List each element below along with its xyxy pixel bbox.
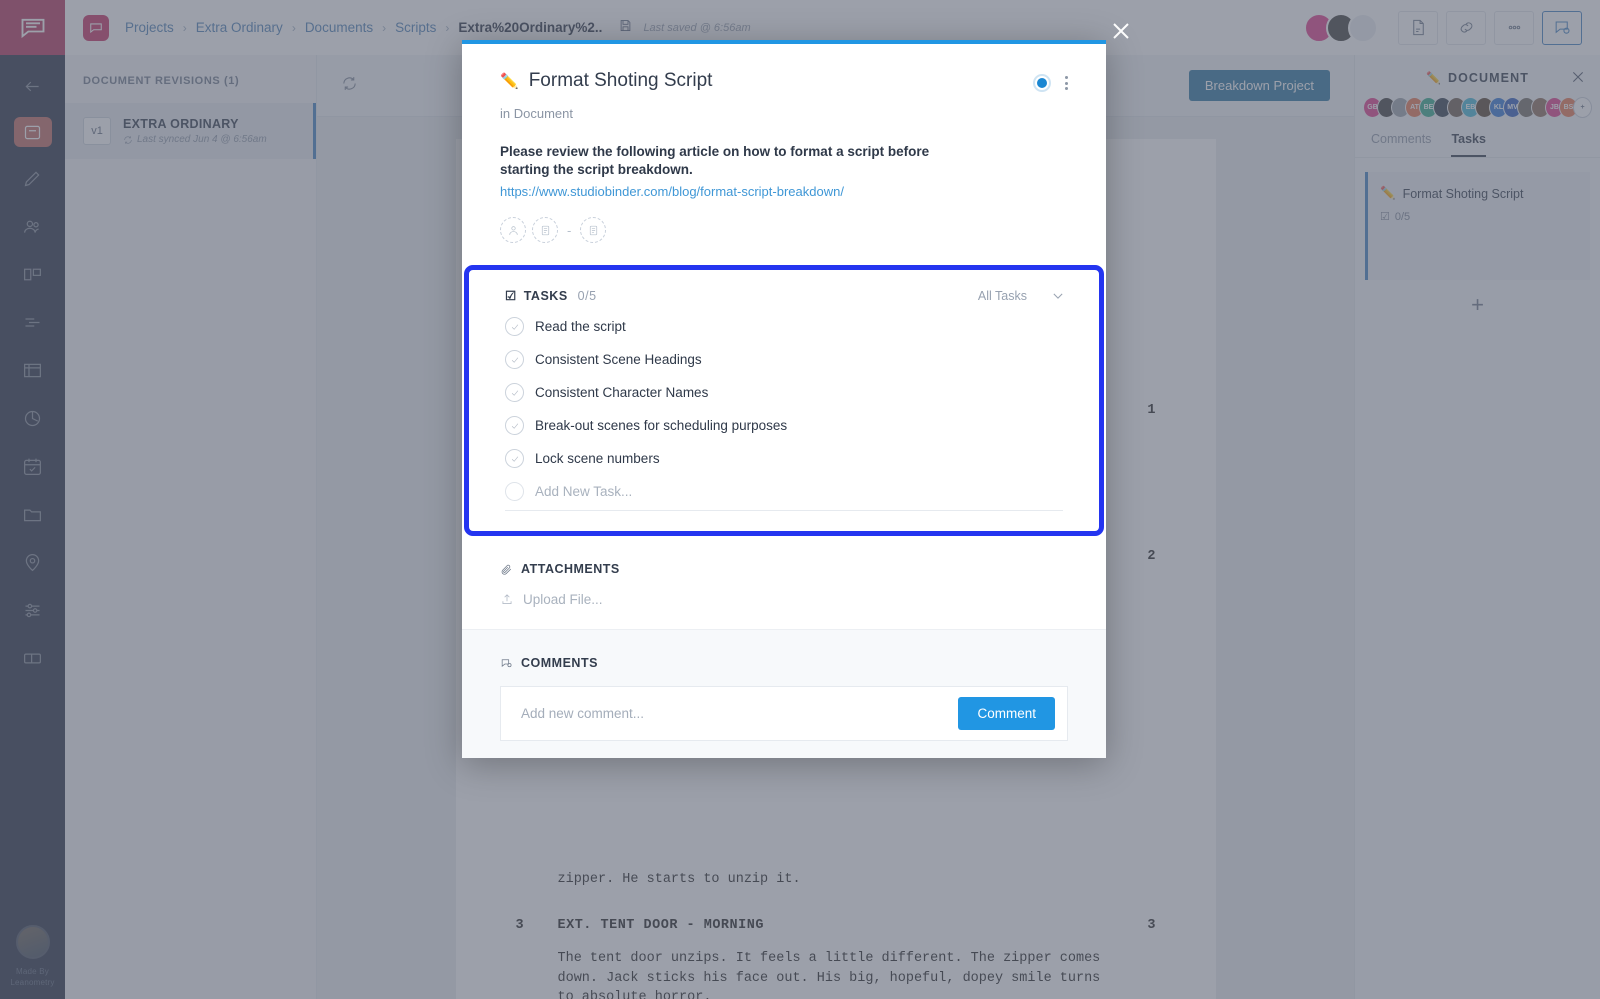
check-icon (511, 390, 518, 396)
modal-title: Format Shoting Script (528, 70, 713, 91)
start-date-icon[interactable] (532, 217, 558, 244)
pencil-icon: ✏️ (500, 73, 519, 90)
task-item[interactable]: Break-out scenes for scheduling purposes (505, 416, 1063, 436)
comment-submit-button[interactable]: Comment (958, 697, 1055, 731)
task-label: Read the script (535, 319, 626, 335)
close-modal-button[interactable] (1109, 19, 1133, 43)
add-new-task-row[interactable]: Add New Task... (505, 482, 1063, 512)
check-icon (511, 357, 518, 363)
check-icon (511, 456, 518, 462)
status-indicator[interactable] (1033, 74, 1051, 92)
comment-input[interactable]: Add new comment... (521, 706, 958, 721)
assignee-icon[interactable] (500, 217, 526, 244)
modal-header: ✏️ Format Shoting Script (462, 44, 1106, 92)
modal-more-menu-icon[interactable] (1065, 76, 1068, 90)
task-checkbox[interactable] (505, 449, 524, 469)
task-item[interactable]: Read the script (505, 317, 1063, 337)
comments-label: COMMENTS (521, 656, 598, 671)
tasks-label: TASKS (523, 288, 568, 303)
comments-label-row: COMMENTS (500, 656, 1068, 670)
task-checkbox[interactable] (505, 416, 524, 436)
modal-description: Please review the following article on h… (500, 144, 930, 178)
task-detail-modal: ✏️ Format Shoting Script in Document Ple… (462, 40, 1106, 758)
due-date-icon[interactable] (580, 217, 607, 244)
chevron-down-icon (1053, 293, 1063, 299)
attachments-label-row: ATTACHMENTS (500, 562, 1068, 576)
add-new-task-placeholder: Add New Task... (535, 484, 633, 500)
upload-file-button[interactable]: Upload File... (500, 592, 1068, 607)
check-icon (511, 324, 518, 330)
tasks-section: ☑ TASKS 0/5 All Tasks Read the script Con… (464, 265, 1104, 537)
task-item[interactable]: Consistent Scene Headings (505, 350, 1063, 370)
task-checkbox[interactable] (505, 383, 524, 403)
modal-reference-link[interactable]: https://www.studiobinder.com/blog/format… (462, 179, 1106, 199)
tasks-filter-value: All Tasks (977, 288, 1027, 303)
modal-context-label: in Document (500, 106, 573, 121)
paperclip-icon (501, 564, 512, 575)
task-label: Lock scene numbers (535, 451, 660, 467)
attachments-label: ATTACHMENTS (521, 562, 620, 577)
meta-dash: - (567, 222, 572, 238)
tasks-label-row: ☑ TASKS 0/5 (505, 288, 597, 304)
task-checkbox[interactable] (505, 317, 524, 337)
modal-title-row: ✏️ Format Shoting Script (500, 70, 712, 92)
task-checkbox[interactable] (505, 350, 524, 370)
comment-input-row: Add new comment... Comment (500, 686, 1068, 742)
modal-meta-row: - (462, 199, 1106, 244)
checklist-icon: ☑ (505, 289, 517, 304)
task-checkbox-empty[interactable] (505, 482, 524, 502)
task-item[interactable]: Consistent Character Names (505, 383, 1063, 403)
tasks-header: ☑ TASKS 0/5 All Tasks (505, 288, 1063, 303)
tasks-count: 0/5 (577, 288, 597, 303)
tasks-filter-dropdown[interactable]: All Tasks (978, 289, 1063, 303)
comment-icon (501, 659, 512, 668)
task-label: Consistent Scene Headings (535, 352, 702, 368)
task-label: Consistent Character Names (535, 385, 709, 401)
upload-file-label: Upload File... (523, 592, 603, 608)
task-item[interactable]: Lock scene numbers (505, 449, 1063, 469)
upload-icon (502, 594, 512, 605)
task-label: Break-out scenes for scheduling purposes (535, 418, 788, 434)
check-icon (511, 423, 518, 429)
comments-section: COMMENTS Add new comment... Comment (462, 630, 1106, 758)
attachments-section: ATTACHMENTS Upload File... (462, 536, 1106, 631)
